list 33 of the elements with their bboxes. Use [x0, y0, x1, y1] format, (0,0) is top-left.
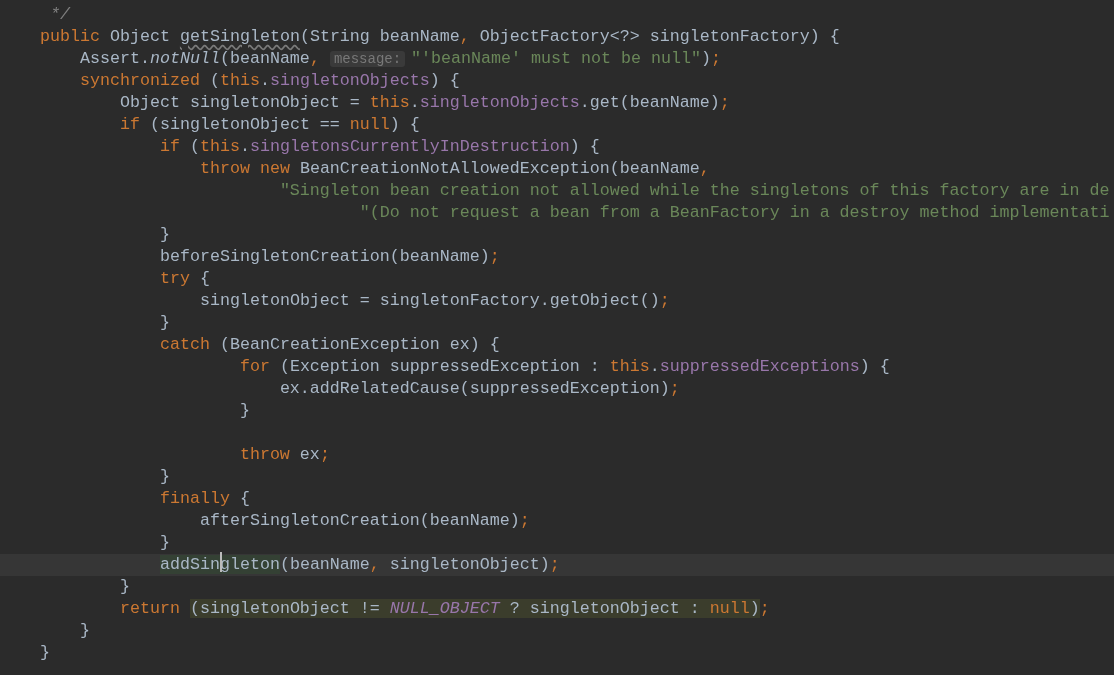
code-text: if (this.singletonsCurrentlyInDestruction) { — [159, 137, 600, 156]
code-text: try { — [159, 269, 210, 288]
code-text: beforeSingletonCreation(beanName); — [159, 247, 500, 266]
code-text: (beanName, singletonObject); — [279, 555, 560, 574]
code-text: Assert.notNull(beanName, — [79, 49, 320, 68]
code-text: "(Do not request a bean from a BeanFactory in a destroy method implementati — [359, 203, 1110, 222]
code-text: } — [79, 621, 90, 640]
parameter-hint: message: — [329, 51, 406, 67]
code-text: synchronized (this.singletonObjects) { — [79, 71, 460, 90]
code-text: } — [159, 313, 170, 332]
code-text: } — [159, 467, 170, 486]
code-text: catch (BeanCreationException ex) { — [159, 335, 500, 354]
code-text: singletonObject = singletonFactory.getObject(); — [199, 291, 670, 310]
code-text: "'beanName' must not be null"); — [411, 49, 721, 68]
code-text: Object singletonObject = this.singletonObjects.get(beanName); — [119, 93, 730, 112]
code-text: } — [119, 577, 130, 596]
code-text: throw new BeanCreationNotAllowedException(beanName, — [199, 159, 710, 178]
code-text: } — [159, 533, 170, 552]
code-text: throw ex; — [239, 445, 330, 464]
code-text: afterSingletonCreation(beanName); — [199, 511, 530, 530]
code-text: "Singleton bean creation not allowed while the singletons of this factory are in de — [279, 181, 1110, 200]
code-text: for (Exception suppressedException : this.suppressedExceptions) { — [239, 357, 890, 376]
code-text: } — [40, 643, 50, 662]
matched-expression: (singletonObject != NULL_OBJECT ? singletonObject : null) — [189, 599, 760, 618]
code-text: ex.addRelatedCause(suppressedException); — [279, 379, 680, 398]
code-text: ; — [759, 599, 770, 618]
code-text: return — [119, 599, 181, 618]
code-text: } — [239, 401, 250, 420]
code-text: public Object getSingleton(String beanName, ObjectFactory<?> singletonFactory) { — [40, 27, 840, 46]
code-text: } — [159, 225, 170, 244]
code-text: if (singletonObject == null) { — [119, 115, 420, 134]
code-text: */ — [50, 5, 70, 24]
code-text: finally { — [159, 489, 250, 508]
